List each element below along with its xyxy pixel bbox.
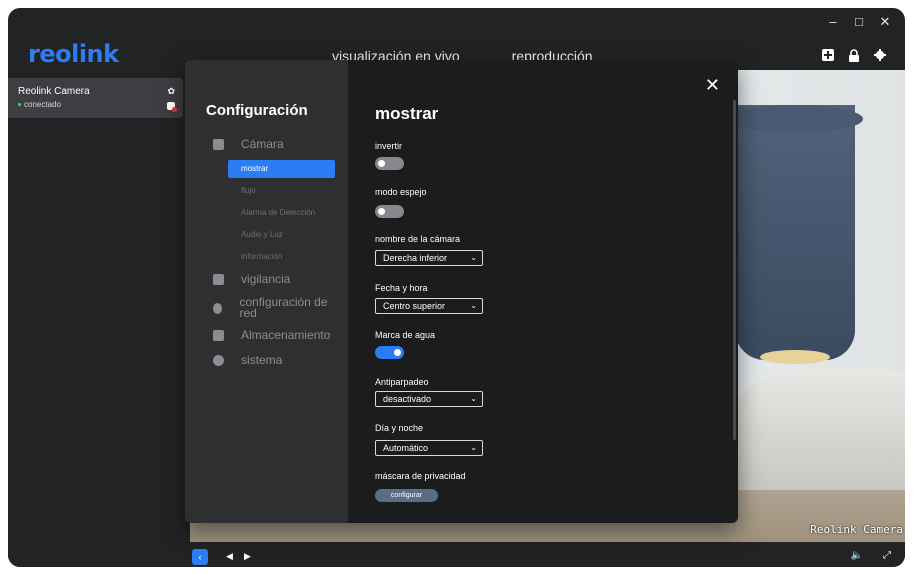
close-modal-button[interactable]: ✕ [705, 76, 720, 94]
settings-title: mostrar [375, 104, 439, 123]
camera-icon [213, 138, 224, 150]
watermark-label: Marca de agua [375, 330, 436, 340]
volume-icon[interactable]: 🔈 [851, 550, 863, 561]
settings-body: ✕ mostrar invertir modo espejo nombre de… [348, 60, 738, 523]
invert-label: invertir [375, 141, 403, 151]
watermark-toggle[interactable] [375, 346, 404, 359]
datetime-label: Fecha y hora [375, 283, 428, 293]
fullscreen-icon[interactable]: ⤢ [883, 550, 891, 561]
nav-item-surveillance[interactable]: vigilancia [213, 272, 290, 286]
mirror-toggle[interactable] [375, 205, 404, 218]
next-icon[interactable]: ▶ [244, 551, 251, 562]
settings-nav: Configuración Cámara mostrar flujo Alarm… [185, 60, 348, 523]
camera-name: Reolink Camera [18, 86, 90, 97]
antiflicker-label: Antiparpadeo [375, 377, 429, 387]
nav-item-storage[interactable]: Almacenamiento [213, 328, 330, 342]
configure-privacy-button[interactable]: configurar [375, 489, 438, 502]
settings-modal: Configuración Cámara mostrar flujo Alarm… [185, 60, 738, 523]
nav-sub-detection-alarm[interactable]: Alarma de Detección [228, 204, 335, 222]
globe-icon [213, 302, 223, 314]
video-table [730, 370, 905, 490]
nav-item-camera[interactable]: Cámara [213, 137, 284, 151]
datetime-position-select[interactable]: Centro superior ⌄ [375, 298, 483, 314]
chevron-down-icon: ⌄ [470, 301, 477, 310]
minimize-button[interactable]: – [827, 14, 839, 30]
nav-item-system[interactable]: sistema [213, 353, 282, 367]
sidebar-toggle-button[interactable]: ‹ [192, 549, 208, 565]
nav-item-network[interactable]: configuración de red [213, 296, 333, 319]
nav-sub-information[interactable]: información [228, 248, 335, 266]
add-icon[interactable] [821, 48, 835, 62]
maximize-button[interactable]: □ [853, 14, 865, 30]
mirror-label: modo espejo [375, 187, 427, 197]
privacy-mask-label: máscara de privacidad [375, 471, 466, 481]
chevron-down-icon: ⌄ [470, 443, 477, 452]
shield-icon [213, 273, 224, 285]
nav-sub-stream[interactable]: flujo [228, 182, 335, 200]
nav-sub-display[interactable]: mostrar [228, 160, 335, 178]
camera-settings-icon[interactable]: ✿ [167, 86, 175, 97]
invert-toggle[interactable] [375, 157, 404, 170]
chevron-down-icon: ⌄ [470, 394, 477, 403]
close-window-button[interactable]: ✕ [879, 14, 891, 30]
lock-icon[interactable] [847, 48, 861, 62]
playback-bar: ‹ ◀ ▶ 🔈 ⤢ [8, 542, 905, 567]
camera-name-label: nombre de la cámara [375, 234, 461, 244]
settings-nav-title: Configuración [206, 102, 308, 119]
camera-status: conectado [18, 100, 61, 109]
previous-icon[interactable]: ◀ [226, 551, 233, 562]
antiflicker-select[interactable]: desactivado ⌄ [375, 391, 483, 407]
gear-icon[interactable] [873, 48, 887, 62]
video-plant-pot [727, 105, 863, 360]
daynight-select[interactable]: Automático ⌄ [375, 440, 483, 456]
camera-name-position-select[interactable]: Derecha inferior ⌄ [375, 250, 483, 266]
video-pot-base [760, 350, 830, 364]
gear-icon [213, 354, 224, 366]
chevron-down-icon: ⌄ [470, 253, 477, 262]
camera-list-item[interactable]: Reolink Camera conectado ✿ [8, 78, 183, 118]
logo: reolink [28, 40, 119, 68]
storage-icon [213, 329, 224, 341]
nav-sub-audio-light[interactable]: Audio y Luz [228, 226, 335, 244]
top-icons [821, 48, 887, 62]
video-watermark: Reolink Camera [810, 523, 903, 536]
scrollbar[interactable] [733, 100, 736, 440]
daynight-label: Día y noche [375, 423, 424, 433]
record-icon[interactable] [167, 102, 177, 112]
window-controls: – □ ✕ [827, 14, 891, 30]
status-dot-icon [18, 103, 21, 107]
